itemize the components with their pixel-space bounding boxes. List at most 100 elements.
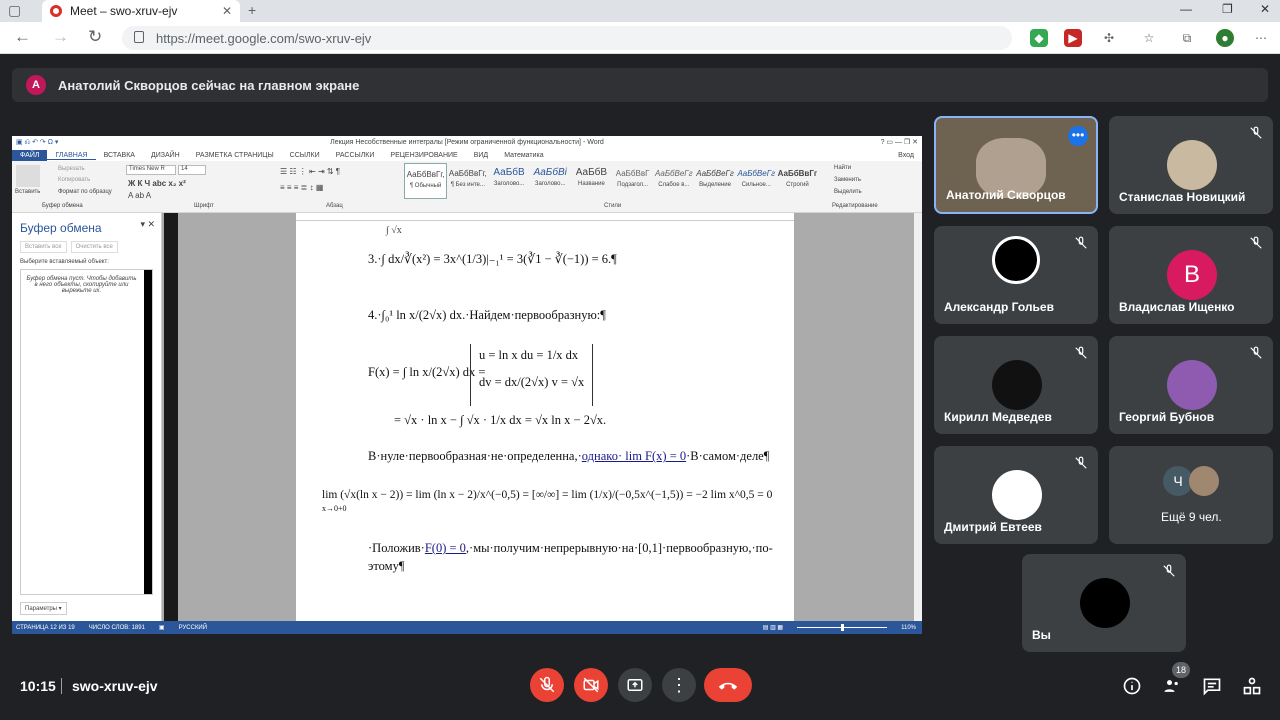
extensions-icon[interactable]: ✣ xyxy=(1100,29,1118,47)
more-options-icon[interactable]: ••• xyxy=(1068,126,1088,146)
others-tile[interactable]: Ч Ещё 9 чел. xyxy=(1109,446,1273,544)
mic-off-icon xyxy=(1250,346,1262,359)
forward-icon[interactable]: → xyxy=(52,27,69,47)
document-page[interactable]: ∫ √x 3.·∫ dx/∛(x²) = 3x^(1/3)|₋₁¹ = 3(∛1… xyxy=(296,213,794,621)
list-icons[interactable]: ☰ ☷ ⋮ ⇤ ⇥ ⇅ ¶ xyxy=(280,167,340,176)
word-tab-layout[interactable]: РАЗМЕТКА СТРАНИЦЫ xyxy=(188,152,282,159)
self-avatar xyxy=(1080,578,1130,628)
camera-toggle-button[interactable] xyxy=(574,668,608,702)
presenting-banner: А Анатолий Скворцов сейчас на главном эк… xyxy=(12,68,1268,102)
close-pane-icon[interactable]: ▾ ✕ xyxy=(140,219,155,230)
word-tab-file[interactable]: ФАЙЛ xyxy=(12,150,48,161)
chat-icon[interactable] xyxy=(1202,676,1222,696)
info-icon[interactable] xyxy=(1122,676,1142,696)
participant-name: Анатолий Скворцов xyxy=(946,188,1066,202)
zoom-level[interactable]: 110% xyxy=(901,625,916,631)
word-quick-access-icons[interactable]: ▣ ⎌ ↶ ↷ Ω ▾ xyxy=(16,136,58,150)
profile-avatar[interactable]: ● xyxy=(1216,29,1234,47)
reload-icon[interactable]: ↻ xyxy=(88,27,102,47)
style-item[interactable]: АаБбВвГ Подзагол... xyxy=(612,163,653,199)
meeting-code: swo-xruv-ejv xyxy=(72,678,158,694)
style-item[interactable]: АаБбВ Название xyxy=(571,163,612,199)
word-tab-mailings[interactable]: РАССЫЛКИ xyxy=(328,152,383,159)
address-bar[interactable]: https://meet.google.com/swo-xruv-ejv xyxy=(122,26,1012,50)
word-ribbon-tabs: ФАЙЛ ГЛАВНАЯ ВСТАВКА ДИЗАЙН РАЗМЕТКА СТР… xyxy=(12,150,922,161)
dark-avatar xyxy=(992,360,1042,410)
style-item[interactable]: АаБбВеГг Слабое в... xyxy=(653,163,694,199)
back-icon[interactable]: ← xyxy=(14,27,31,47)
participant-tile[interactable]: Георгий Бубнов xyxy=(1109,336,1273,434)
font-format-icons[interactable]: Ж К Ч abc x₂ x² xyxy=(128,179,186,188)
presenting-text: Анатолий Скворцов сейчас на главном экра… xyxy=(58,77,360,93)
participant-tile[interactable]: Кирилл Медведев xyxy=(934,336,1098,434)
paste-all-button[interactable]: Вставить все xyxy=(20,241,67,253)
paste-icon[interactable] xyxy=(16,165,40,187)
clipboard-scrollbar[interactable] xyxy=(144,270,152,594)
browser-tab[interactable]: Meet – swo-xruv-ejv ✕ xyxy=(42,0,240,22)
paste-button[interactable]: Вставить xyxy=(15,189,40,195)
new-tab-icon[interactable]: + xyxy=(248,2,256,18)
style-item[interactable]: АаБбВі Заголово... xyxy=(530,163,571,199)
participant-tile[interactable]: Дмитрий Евтеев xyxy=(934,446,1098,544)
style-item[interactable]: АаБбВвГг Строгий xyxy=(777,163,818,199)
self-tile[interactable]: Вы xyxy=(1022,554,1186,652)
clipboard-options-button[interactable]: Параметры ▾ xyxy=(20,602,67,615)
mic-off-icon xyxy=(1250,236,1262,249)
zoom-slider[interactable] xyxy=(797,624,888,631)
style-item[interactable]: АаБбВеГг Сильное... xyxy=(736,163,777,199)
close-window-icon[interactable]: ✕ xyxy=(1260,2,1270,16)
youtube-extension-icon[interactable]: ▶ xyxy=(1064,29,1082,47)
word-window-controls[interactable]: ? ▭ — ❐ ✕ xyxy=(881,136,918,150)
restore-icon[interactable]: ❐ xyxy=(1222,2,1233,16)
browser-more-icon[interactable]: ⋯ xyxy=(1252,29,1270,47)
extension-puzzle-icon[interactable]: ◆ xyxy=(1030,29,1048,47)
style-item[interactable]: АаБбВ Заголово... xyxy=(488,163,529,199)
word-tab-review[interactable]: РЕЦЕНЗИРОВАНИЕ xyxy=(382,152,465,159)
style-item[interactable]: АаБбВеГг Выделение xyxy=(694,163,735,199)
word-signin[interactable]: Вход xyxy=(890,152,922,159)
style-item[interactable]: АаБбВвГг, ¶ Обычный xyxy=(404,163,448,199)
browser-menu-icon[interactable]: ▢ xyxy=(8,2,21,19)
collections-icon[interactable]: ⧉ xyxy=(1178,29,1196,47)
font-size-select[interactable]: 14 xyxy=(178,165,206,175)
favorites-icon[interactable]: ☆ xyxy=(1140,29,1158,47)
activities-icon[interactable] xyxy=(1242,676,1262,696)
word-tab-home[interactable]: ГЛАВНАЯ xyxy=(47,152,96,160)
font-color-icons[interactable]: A ab A xyxy=(128,191,151,200)
select-button[interactable]: Выделить xyxy=(834,189,862,195)
browser-tab-bar: ▢ Meet – swo-xruv-ejv ✕ + — ❐ ✕ xyxy=(0,0,1280,22)
clear-all-button[interactable]: Очистить все xyxy=(70,241,118,253)
word-tab-view[interactable]: ВИД xyxy=(466,152,496,159)
word-tab-math[interactable]: Математика xyxy=(496,152,551,159)
copy-button[interactable]: Копировать xyxy=(58,177,90,183)
participant-tile[interactable]: Станислав Новицкий xyxy=(1109,116,1273,214)
document-scrollbar[interactable] xyxy=(914,213,922,621)
present-button[interactable] xyxy=(618,668,652,702)
proofing-icon[interactable]: ▣ xyxy=(159,624,165,631)
leave-call-button[interactable] xyxy=(704,668,752,702)
word-status-bar: СТРАНИЦА 12 ИЗ 19 ЧИСЛО СЛОВ: 1891 ▣ РУС… xyxy=(12,621,922,634)
participant-tile[interactable]: Александр Гольев xyxy=(934,226,1098,324)
clipboard-choose-label: Выберите вставляемый объект: xyxy=(20,259,109,265)
word-tab-design[interactable]: ДИЗАЙН xyxy=(143,152,188,159)
find-button[interactable]: Найти xyxy=(834,165,851,171)
align-icons[interactable]: ≡ ≡ ≡ ≣ ↕ ▦ xyxy=(280,183,323,192)
close-tab-icon[interactable]: ✕ xyxy=(222,4,232,18)
word-tab-references[interactable]: ССЫЛКИ xyxy=(282,152,328,159)
participant-tile[interactable]: В Владислав Ищенко xyxy=(1109,226,1273,324)
participant-name: Владислав Ищенко xyxy=(1119,300,1235,314)
divider xyxy=(61,678,62,694)
word-tab-insert[interactable]: ВСТАВКА xyxy=(96,152,143,159)
cut-button[interactable]: Вырезать xyxy=(58,166,85,172)
minimize-icon[interactable]: — xyxy=(1180,2,1192,16)
replace-button[interactable]: Заменить xyxy=(834,177,861,183)
mic-toggle-button[interactable] xyxy=(530,668,564,702)
participant-name: Кирилл Медведев xyxy=(944,410,1052,424)
font-name-select[interactable]: Times New R xyxy=(126,165,176,175)
people-icon[interactable] xyxy=(1162,676,1182,696)
style-item[interactable]: АаБбВвГг, ¶ Без инте... xyxy=(447,163,488,199)
more-options-button[interactable]: ⋮ xyxy=(662,668,696,702)
format-painter-button[interactable]: Формат по образцу xyxy=(58,189,112,195)
view-icons[interactable]: ▤ ▥ ▦ xyxy=(763,624,783,631)
participant-tile[interactable]: ••• Анатолий Скворцов xyxy=(934,116,1098,214)
